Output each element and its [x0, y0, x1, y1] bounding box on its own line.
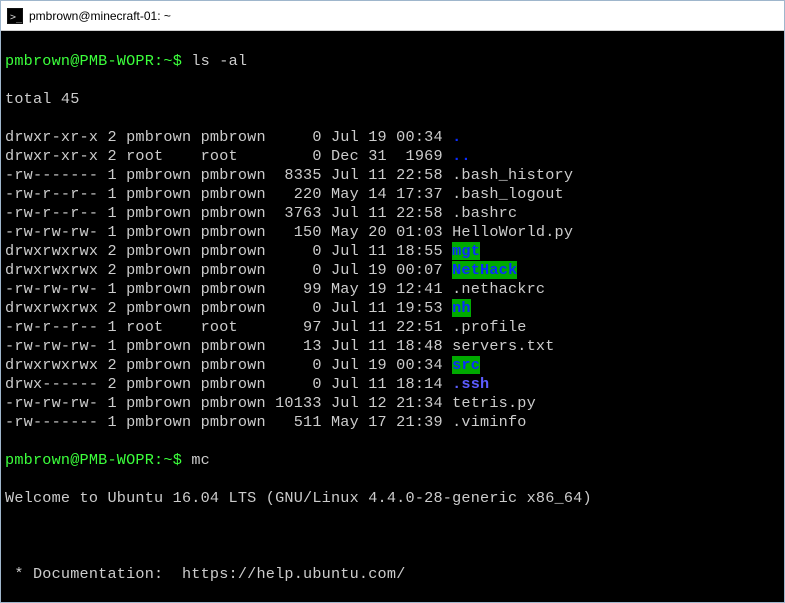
ls-row: drwxrwxrwx 2 pmbrown pmbrown 0 Jul 19 00…	[5, 261, 780, 280]
ls-row: drwxrwxrwx 2 pmbrown pmbrown 0 Jul 11 19…	[5, 299, 780, 318]
motd-doc-url: https://help.ubuntu.com/	[182, 565, 406, 583]
file-name: .nethackrc	[452, 280, 545, 298]
file-name: ..	[452, 147, 471, 165]
ls-row: -rw-rw-rw- 1 pmbrown pmbrown 150 May 20 …	[5, 223, 780, 242]
ls-row: -rw-rw-rw- 1 pmbrown pmbrown 10133 Jul 1…	[5, 394, 780, 413]
command-text: mc	[191, 451, 210, 469]
ls-row: -rw-r--r-- 1 pmbrown pmbrown 220 May 14 …	[5, 185, 780, 204]
ls-row: drwx------ 2 pmbrown pmbrown 0 Jul 11 18…	[5, 375, 780, 394]
file-name: .bash_history	[452, 166, 573, 184]
terminal-icon: >_	[7, 8, 23, 24]
motd-welcome: Welcome to Ubuntu 16.04 LTS (GNU/Linux 4…	[5, 489, 780, 508]
svg-text:>_: >_	[10, 12, 23, 23]
prompt-userhost: pmbrown@PMB-WOPR:~$	[5, 451, 182, 469]
window-title: pmbrown@minecraft-01: ~	[29, 9, 171, 23]
terminal-window: >_ pmbrown@minecraft-01: ~ pmbrown@PMB-W…	[0, 0, 785, 603]
file-name: src	[452, 356, 480, 374]
command-text: ls -al	[191, 52, 247, 70]
file-name: .profile	[452, 318, 527, 336]
file-name: .bash_logout	[452, 185, 564, 203]
file-name: nh	[452, 299, 471, 317]
file-name: tetris.py	[452, 394, 536, 412]
titlebar[interactable]: >_ pmbrown@minecraft-01: ~	[1, 1, 784, 31]
ls-row: -rw------- 1 pmbrown pmbrown 8335 Jul 11…	[5, 166, 780, 185]
terminal-output[interactable]: pmbrown@PMB-WOPR:~$ ls -al total 45 drwx…	[1, 31, 784, 602]
ls-row: drwxr-xr-x 2 pmbrown pmbrown 0 Jul 19 00…	[5, 128, 780, 147]
file-name: mgt	[452, 242, 480, 260]
ls-row: -rw------- 1 pmbrown pmbrown 511 May 17 …	[5, 413, 780, 432]
file-name: .viminfo	[452, 413, 527, 431]
file-name: .ssh	[452, 375, 489, 393]
file-name: .bashrc	[452, 204, 517, 222]
ls-row: -rw-r--r-- 1 pmbrown pmbrown 3763 Jul 11…	[5, 204, 780, 223]
file-name: HelloWorld.py	[452, 223, 573, 241]
ls-row: -rw-rw-rw- 1 pmbrown pmbrown 99 May 19 1…	[5, 280, 780, 299]
file-name: NetHack	[452, 261, 517, 279]
ls-row: -rw-rw-rw- 1 pmbrown pmbrown 13 Jul 11 1…	[5, 337, 780, 356]
file-name: servers.txt	[452, 337, 554, 355]
motd-doc-label: * Documentation:	[5, 565, 182, 583]
file-name: .	[452, 128, 461, 146]
ls-row: drwxrwxrwx 2 pmbrown pmbrown 0 Jul 19 00…	[5, 356, 780, 375]
ls-row: drwxrwxrwx 2 pmbrown pmbrown 0 Jul 11 18…	[5, 242, 780, 261]
ls-row: -rw-r--r-- 1 root root 97 Jul 11 22:51 .…	[5, 318, 780, 337]
ls-total: total 45	[5, 90, 780, 109]
ls-row: drwxr-xr-x 2 root root 0 Dec 31 1969 ..	[5, 147, 780, 166]
prompt-userhost: pmbrown@PMB-WOPR:~$	[5, 52, 182, 70]
